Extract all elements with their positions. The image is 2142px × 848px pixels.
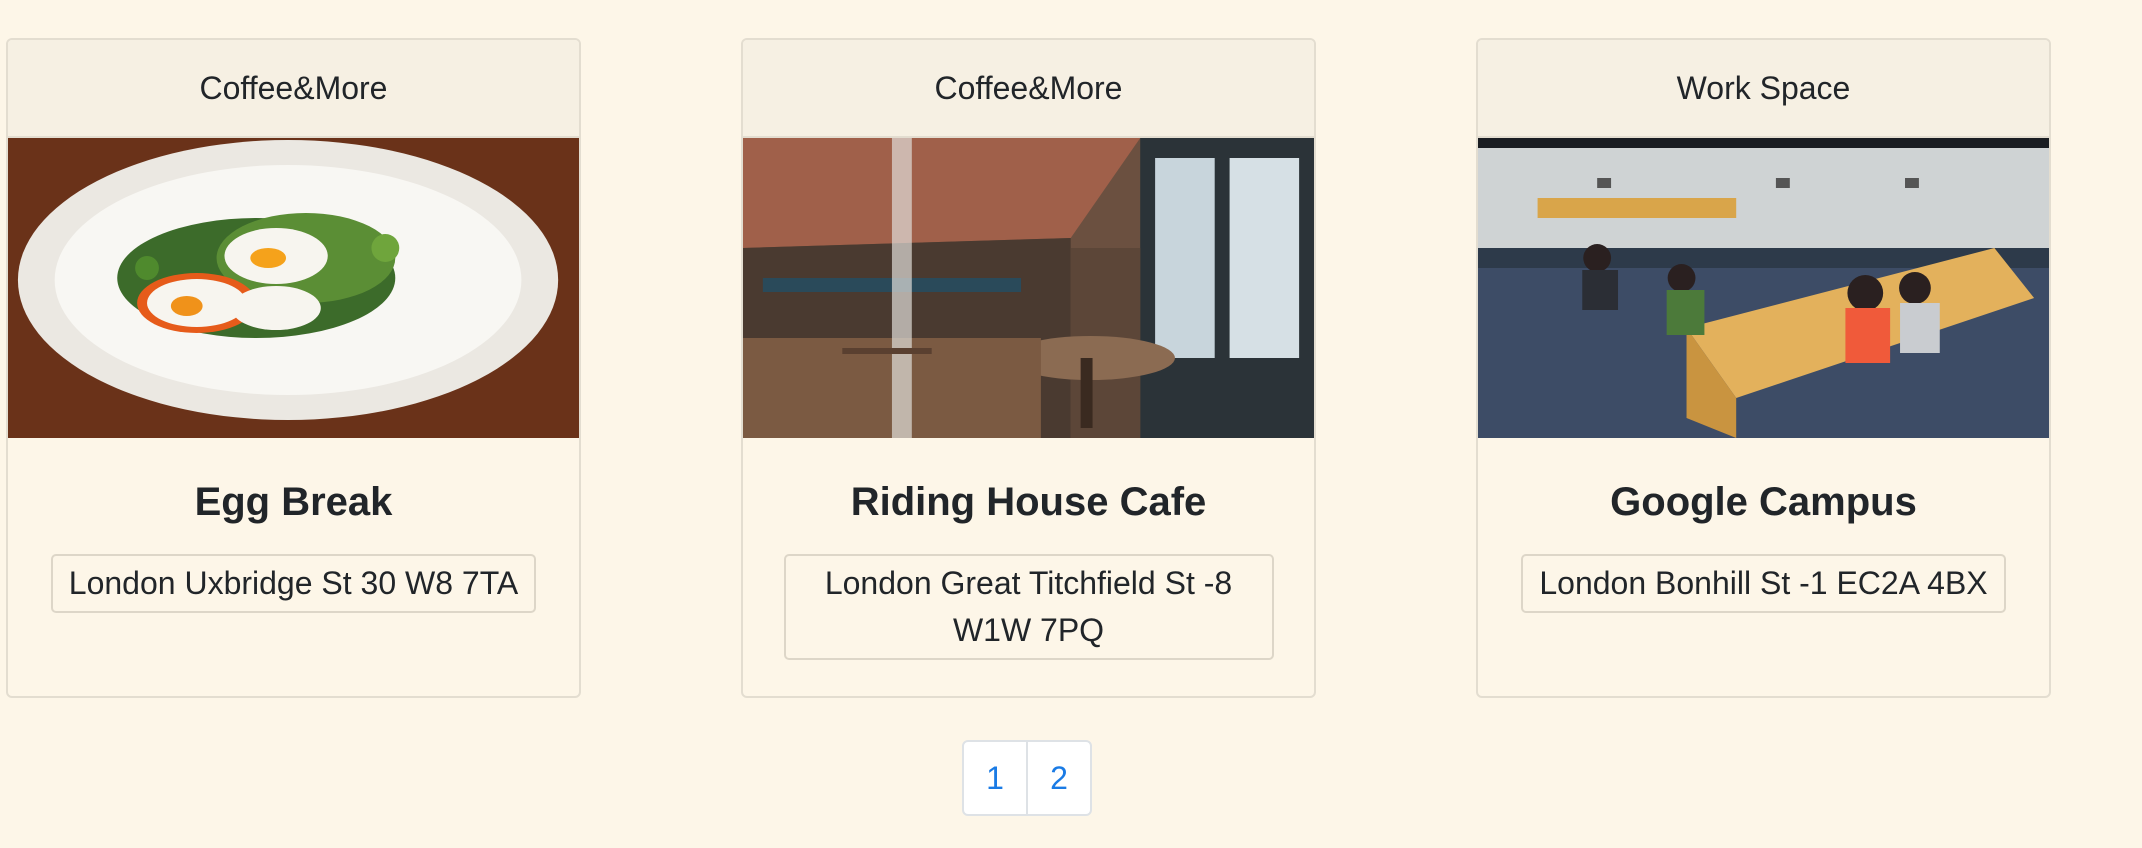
card-body: Riding House Cafe London Great Titchfiel… [743,438,1314,660]
page: Coffee&More Egg Break London Uxbridge St… [0,0,2142,848]
cafe-interior-image [743,138,1314,438]
place-card-riding-house-cafe[interactable]: Coffee&More Riding House Cafe London Gre… [741,38,1316,698]
address-badge: London Bonhill St -1 EC2A 4BX [1521,554,2006,613]
page-link-2[interactable]: 2 [1026,742,1090,814]
page-link-1[interactable]: 1 [964,742,1026,814]
card-body: Google Campus London Bonhill St -1 EC2A … [1478,438,2049,613]
card-category: Work Space [1478,40,2049,138]
card-category: Coffee&More [8,40,579,138]
card-title[interactable]: Egg Break [195,478,393,526]
card-category: Coffee&More [743,40,1314,138]
coworking-space-image [1478,138,2049,438]
place-card-egg-break[interactable]: Coffee&More Egg Break London Uxbridge St… [6,38,581,698]
address-badge: London Uxbridge St 30 W8 7TA [50,554,537,613]
card-title[interactable]: Riding House Cafe [851,478,1207,526]
place-card-google-campus[interactable]: Work Space Google Campus London Bonhill … [1476,38,2051,698]
food-photo-image [8,138,579,438]
card-body: Egg Break London Uxbridge St 30 W8 7TA [8,438,579,613]
pagination: 1 2 [962,740,1092,816]
address-badge: London Great Titchfield St -8 W1W 7PQ [783,554,1274,660]
card-title[interactable]: Google Campus [1610,478,1917,526]
card-grid: Coffee&More Egg Break London Uxbridge St… [6,38,2051,698]
